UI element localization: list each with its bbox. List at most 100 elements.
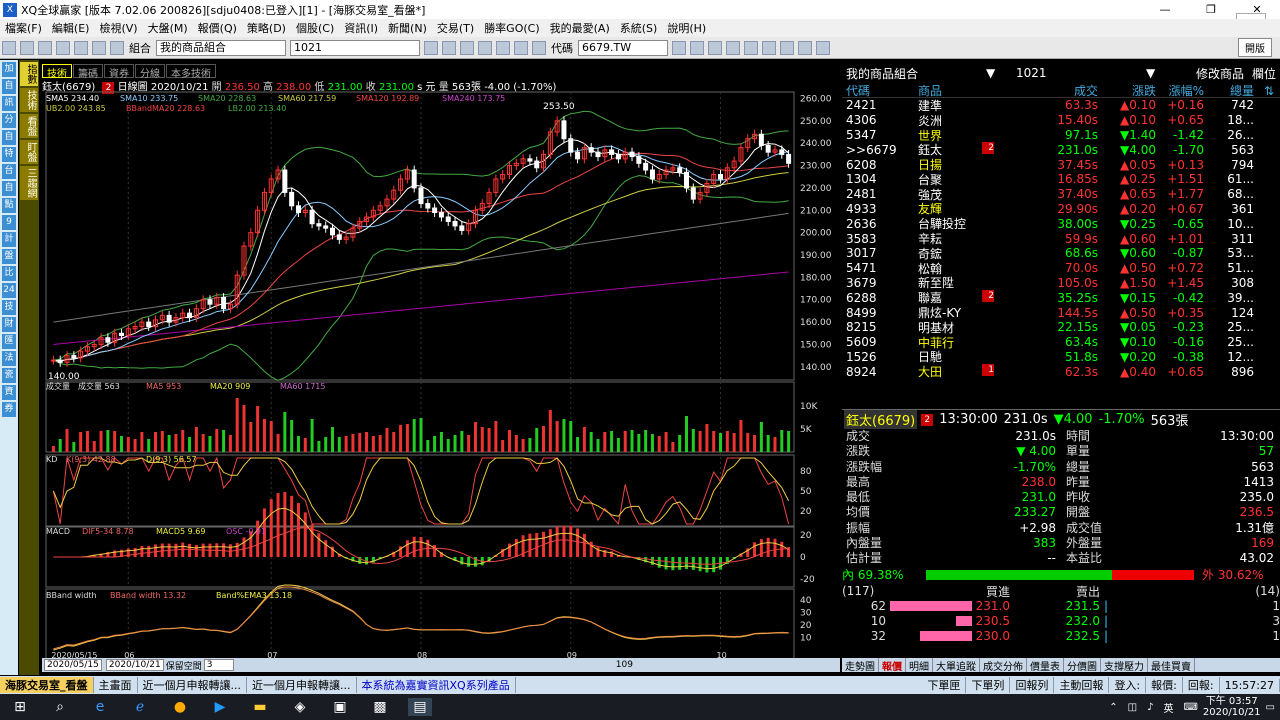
sidebar-button[interactable]: 盤: [2, 249, 16, 264]
vertical-tab[interactable]: 技術: [20, 88, 38, 112]
menu-item[interactable]: 勝率GO(C): [479, 20, 544, 36]
watchlist-row[interactable]: 1304 台聚 16.85s ▲0.25 +1.51 61...: [842, 172, 1280, 187]
list-icon[interactable]: [424, 40, 438, 55]
edit-list-button[interactable]: 修改商品: [1196, 65, 1252, 82]
column-header[interactable]: 總量: [1204, 82, 1254, 99]
grid-icon[interactable]: [442, 40, 456, 55]
pointer-icon[interactable]: [726, 40, 740, 55]
sidebar-button[interactable]: 9: [2, 215, 16, 230]
favorite-icon[interactable]: [496, 40, 510, 55]
search-icon[interactable]: [690, 40, 704, 55]
status-item[interactable]: 回報:: [1183, 677, 1220, 693]
clock[interactable]: 下午 03:57 2020/10/21: [1203, 696, 1261, 718]
sidebar-button[interactable]: 財: [2, 317, 16, 332]
detail-tab[interactable]: 成交分佈: [980, 658, 1027, 672]
watchlist-list[interactable]: 1021: [1016, 66, 1146, 80]
sidebar-button[interactable]: 訊: [2, 96, 16, 111]
watchlist-row[interactable]: 2421 建準 63.3s ▲0.10 +0.16 742: [842, 98, 1280, 113]
watchlist-row[interactable]: 3583 辛耘 59.9s ▲0.60 +1.01 311: [842, 231, 1280, 247]
reserve-input[interactable]: 3: [203, 659, 234, 671]
status-tab[interactable]: 本系統為嘉實資訊XQ系列產品: [357, 677, 516, 693]
menu-item[interactable]: 編輯(E): [47, 20, 95, 36]
minimize-button[interactable]: —: [1142, 3, 1188, 16]
sort-up-icon[interactable]: [514, 40, 528, 55]
detail-tab[interactable]: 最佳買賣: [1148, 658, 1195, 672]
code-input[interactable]: 6679.TW: [578, 39, 668, 56]
watchlist-row[interactable]: 1526 日馳 51.8s ▼0.20 -0.38 12...: [842, 350, 1280, 365]
menu-item[interactable]: 我的最愛(A): [545, 20, 615, 36]
status-item[interactable]: 報價:: [1146, 677, 1183, 693]
status-tab[interactable]: 主畫面: [94, 677, 138, 693]
zoom-icon[interactable]: [672, 40, 686, 55]
watchlist-row[interactable]: 6288 聯嘉 2 35.25s ▼0.15 -0.42 39...: [842, 290, 1280, 305]
to-date[interactable]: 2020/10/21: [105, 659, 164, 671]
vertical-tab[interactable]: 盯盤: [20, 140, 38, 164]
chart-tab[interactable]: 籌碼: [73, 64, 103, 80]
column-button[interactable]: 欄位: [1252, 65, 1276, 82]
xq-icon[interactable]: ▩: [368, 698, 392, 716]
menu-item[interactable]: 新聞(N): [383, 20, 432, 36]
open-icon[interactable]: [56, 40, 70, 55]
watchlist-row[interactable]: 5471 松翰 70.0s ▲0.50 +0.72 51...: [842, 261, 1280, 276]
line-icon[interactable]: [762, 40, 776, 55]
group-select[interactable]: 我的商品組合: [156, 39, 286, 56]
chart-tab[interactable]: 本多技術: [166, 64, 216, 80]
technical-chart[interactable]: 260.00 250.00 240.00 230.00 220.00 210.00 200.…: [42, 90, 834, 660]
sidebar-button[interactable]: 瓷: [2, 368, 16, 383]
fib-icon[interactable]: [780, 40, 794, 55]
menu-item[interactable]: 說明(H): [662, 20, 711, 36]
chevron-down-icon[interactable]: ▼: [986, 66, 1016, 80]
menu-item[interactable]: 個股(C): [291, 20, 339, 36]
ime-label[interactable]: 英: [1163, 700, 1173, 715]
menu-item[interactable]: 交易(T): [432, 20, 479, 36]
ie-icon[interactable]: ℯ: [128, 698, 152, 716]
windows-start-icon[interactable]: ⊞: [8, 698, 32, 716]
watchlist-row[interactable]: 8924 大田 1 62.3s ▲0.40 +0.65 896: [842, 364, 1280, 379]
chrome-icon[interactable]: ●: [168, 698, 192, 716]
orderbook-row[interactable]: 62 231.0 231.5 | 1: [842, 598, 1280, 613]
status-tab[interactable]: 海豚交易室_看盤: [0, 677, 94, 693]
menu-item[interactable]: 策略(D): [242, 20, 291, 36]
status-item[interactable]: 回報列: [1010, 677, 1055, 693]
detail-tab[interactable]: 明細: [906, 658, 933, 672]
chart-icon[interactable]: [460, 40, 474, 55]
crosshair-icon[interactable]: [744, 40, 758, 55]
eraser-icon[interactable]: [798, 40, 812, 55]
sidebar-button[interactable]: 自: [2, 130, 16, 145]
status-tab[interactable]: 近一個月申報轉讓...: [138, 677, 247, 693]
sidebar-button[interactable]: 比: [2, 266, 16, 281]
watchlist-row[interactable]: 5347 世界 97.1s ▼1.40 -1.42 26...: [842, 128, 1280, 143]
layout-icon[interactable]: [74, 40, 88, 55]
xq-window-icon[interactable]: ▤: [408, 698, 432, 716]
menu-item[interactable]: 資訊(I): [339, 20, 383, 36]
save-icon[interactable]: [92, 40, 106, 55]
sidebar-button[interactable]: 匯: [2, 334, 16, 349]
edge-icon[interactable]: e: [88, 698, 112, 716]
notification-icon[interactable]: ▭: [1266, 702, 1275, 713]
maximize-button[interactable]: ❐: [1188, 3, 1234, 16]
detail-tab[interactable]: 支撐壓力: [1101, 658, 1148, 672]
print-icon[interactable]: [110, 40, 124, 55]
vertical-tab[interactable]: 三趨網: [20, 166, 38, 200]
sidebar-button[interactable]: 點: [2, 198, 16, 213]
column-header[interactable]: 漲幅%: [1156, 82, 1204, 99]
sidebar-button[interactable]: 台: [2, 164, 16, 179]
from-date[interactable]: 2020/05/15: [44, 659, 102, 671]
tray-up-icon[interactable]: ⌃: [1109, 702, 1117, 713]
store-icon[interactable]: ▣: [328, 698, 352, 716]
forward-icon[interactable]: [38, 40, 52, 55]
new-icon[interactable]: [2, 40, 16, 55]
scroll-icon[interactable]: ⇅: [1254, 84, 1274, 98]
app-icon[interactable]: ◈: [288, 698, 312, 716]
folder-icon[interactable]: ▬: [248, 698, 272, 716]
sidebar-button[interactable]: 分: [2, 113, 16, 128]
watchlist-row[interactable]: 3017 奇鋐 68.6s ▼0.60 -0.87 53...: [842, 246, 1280, 261]
sidebar-button[interactable]: 券: [2, 402, 16, 417]
menu-item[interactable]: 檔案(F): [0, 20, 47, 36]
menu-item[interactable]: 大盤(M): [143, 20, 193, 36]
status-item[interactable]: 下單匣: [922, 677, 967, 693]
sidebar-button[interactable]: 24: [2, 283, 16, 298]
chevron-down-icon[interactable]: ▼: [1146, 66, 1196, 80]
watchlist-row[interactable]: 8499 鼎炫-KY 144.5s ▲0.50 +0.35 124: [842, 305, 1280, 321]
draw-icon[interactable]: [708, 40, 722, 55]
